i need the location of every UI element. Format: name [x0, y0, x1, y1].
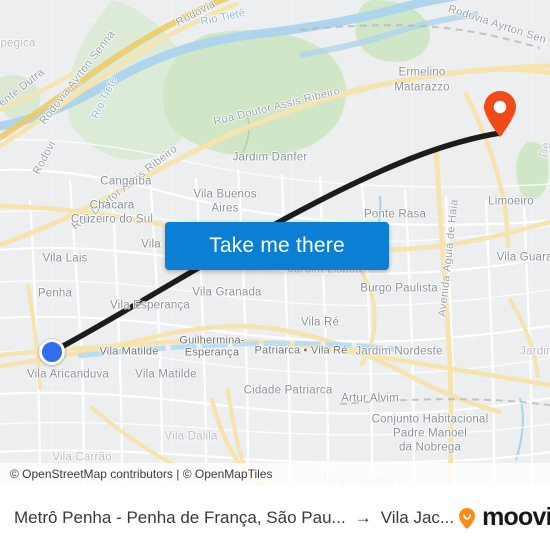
map-attribution-text[interactable]: © OpenStreetMap contributors | © OpenMap… — [10, 467, 272, 481]
destination-pin-marker[interactable] — [484, 95, 516, 137]
caption-destination-text: Vila Jac... — [380, 507, 455, 527]
map-attribution-bar: © OpenStreetMap contributors | © OpenMap… — [0, 463, 550, 485]
arrow-right-icon: → — [354, 508, 372, 527]
caption-origin-text: Metrô Penha - Penha de França, São Pau..… — [14, 507, 346, 527]
moovit-trip-map-screenshot: Rodovia Ayrton Senna Rodovia Ayrton Sen Ro… — [0, 0, 550, 550]
origin-dot-marker[interactable] — [39, 339, 65, 365]
moovit-logo[interactable]: moovit — [454, 505, 550, 531]
trip-caption-bar: Metrô Penha - Penha de França, São Pau..… — [0, 485, 550, 550]
moovit-pin-icon — [459, 507, 476, 529]
take-me-there-button[interactable]: Take me there — [165, 222, 389, 270]
take-me-there-label: Take me there — [209, 234, 345, 257]
map-canvas[interactable]: Rodovia Ayrton Senna Rodovia Ayrton Sen Ro… — [0, 0, 550, 485]
moovit-wordmark: moovit — [482, 503, 550, 531]
